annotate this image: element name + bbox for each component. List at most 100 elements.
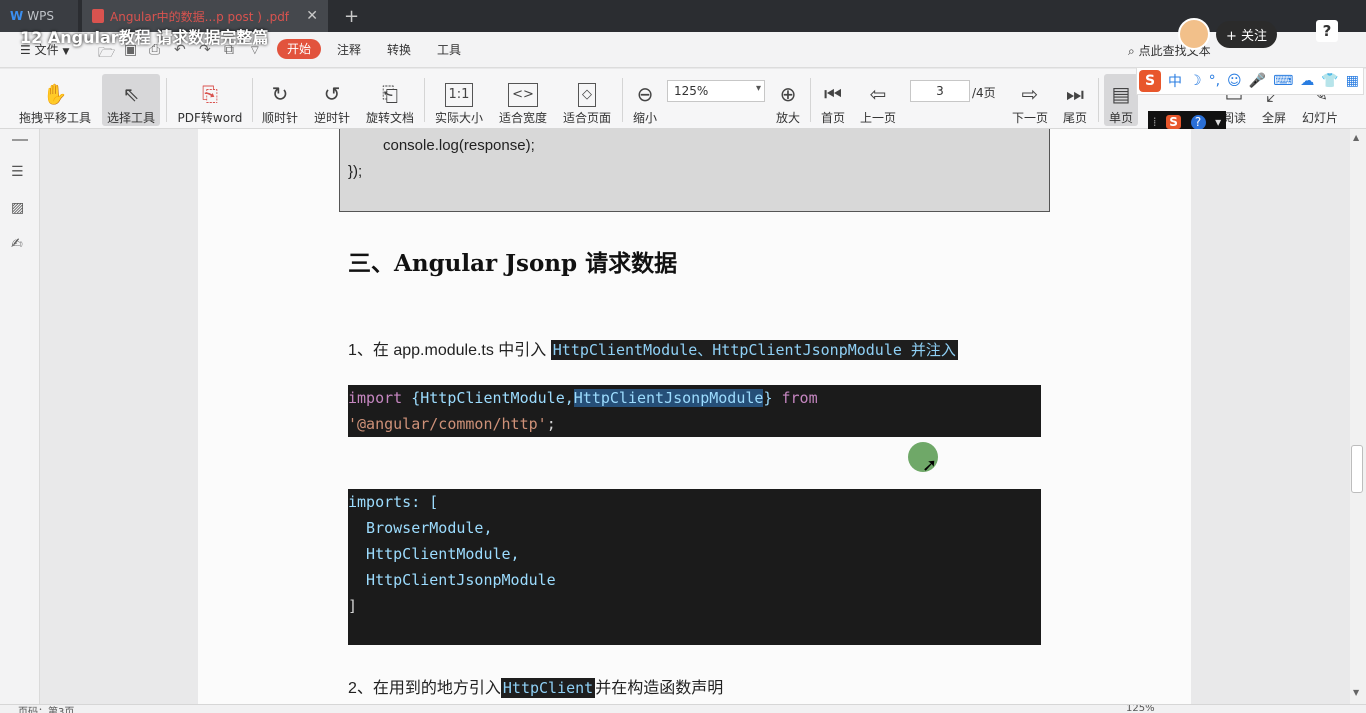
rotate-doc-label: 旋转文档 — [365, 111, 414, 125]
tab-tools[interactable]: 工具 — [437, 41, 461, 58]
drag-grip-icon[interactable]: ⁞ — [1153, 115, 1157, 129]
microphone-icon[interactable]: 🎤 — [1249, 73, 1266, 89]
step-2-text: 2、在用到的地方引入 — [348, 680, 501, 697]
actual-size-button[interactable]: 1:1 实际大小 — [430, 74, 488, 126]
mouse-cursor-icon: ➚ — [922, 455, 938, 476]
page-number-input[interactable]: 3 — [910, 80, 970, 102]
actual-size-icon: 1:1 — [444, 83, 474, 107]
outline-list-icon[interactable]: ☰ — [11, 164, 24, 180]
toolbar-divider — [810, 78, 811, 122]
punctuation-icon[interactable]: °, — [1209, 73, 1220, 89]
emoji-icon[interactable]: ☺ — [1227, 73, 1242, 89]
toolbar-divider — [1098, 78, 1099, 122]
next-page-button[interactable]: ⇨ 下一页 — [1008, 74, 1052, 126]
code-line: BrowserModule, — [348, 519, 493, 537]
arrow-right-icon: ⇨ — [1021, 82, 1039, 106]
prev-page-button[interactable]: ⇦ 上一页 — [856, 74, 900, 126]
ime-language-label[interactable]: 中 — [1168, 71, 1182, 91]
code-token: {HttpClientModule, — [402, 389, 574, 407]
vertical-scrollbar[interactable] — [1350, 129, 1366, 704]
skin-icon[interactable]: ☁ — [1300, 73, 1314, 89]
select-tool-label: 选择工具 — [106, 111, 155, 125]
code-line: }); — [348, 163, 363, 180]
sidebar-grip — [12, 139, 28, 141]
left-sidebar — [0, 129, 40, 713]
ime-toolbar[interactable]: S 中 ☽ °, ☺ 🎤 ⌨ ☁ 👕 ▦ — [1136, 67, 1364, 95]
tab-start[interactable]: 开始 — [277, 39, 321, 59]
search-icon: ⌕ — [1128, 44, 1135, 58]
pdf-to-word-button[interactable]: ⎘ PDF转word — [174, 74, 246, 126]
tab-convert[interactable]: 转换 — [387, 41, 411, 58]
code-token: ; — [546, 415, 556, 433]
follow-widget[interactable]: + 关注 — [1178, 18, 1278, 50]
toolbar-divider — [622, 78, 623, 122]
code-line: HttpClientModule, — [348, 545, 520, 563]
next-page-label: 下一页 — [1011, 111, 1048, 125]
zoom-out-label: 缩小 — [632, 111, 657, 125]
zoom-select[interactable]: 125% ▾ — [667, 80, 765, 102]
follow-label: 关注 — [1241, 28, 1268, 44]
zoom-out-icon: ⊖ — [636, 82, 654, 106]
previous-code-block: console.log(response); }); — [339, 129, 1050, 212]
rotate-counterclockwise-button[interactable]: ↺ 逆时针 — [310, 74, 354, 126]
tab-wps-label: WPS — [27, 9, 54, 23]
grid-icon[interactable]: ▦ — [1346, 73, 1359, 89]
help-circle-icon[interactable]: ? — [1190, 114, 1206, 130]
follow-button[interactable]: + 关注 — [1216, 20, 1278, 48]
zoom-in-button[interactable]: ⊕ 放大 — [772, 74, 804, 126]
rotate-clockwise-icon: ↻ — [271, 82, 289, 106]
status-bar: 页码：第3页 125% — [0, 704, 1366, 713]
counterclockwise-label: 逆时针 — [313, 111, 350, 125]
code-line: HttpClientJsonpModule — [348, 571, 556, 589]
avatar — [1178, 18, 1210, 50]
keyboard-icon[interactable]: ⌨ — [1273, 73, 1293, 89]
step-1-text: 1、在 app.module.ts 中引入 — [348, 342, 547, 359]
fit-page-icon: ◇ — [578, 83, 596, 107]
tab-close-icon[interactable]: ✕ — [306, 8, 318, 24]
scroll-up-icon[interactable]: ▲ — [1353, 133, 1359, 142]
thumbnail-image-icon[interactable]: ▨ — [11, 200, 24, 216]
fit-width-button[interactable]: <> 适合宽度 — [494, 74, 552, 126]
tab-annotate[interactable]: 注释 — [337, 41, 361, 58]
chevron-down-icon[interactable]: ▾ — [1215, 115, 1221, 129]
imports-code-block: imports: [ BrowserModule, HttpClientModu… — [348, 489, 1041, 645]
page-total-label: /4页 — [972, 86, 996, 100]
chevron-down-icon: ▾ — [755, 83, 761, 94]
last-page-label: 尾页 — [1062, 111, 1087, 125]
code-line: console.log(response); — [383, 137, 535, 154]
prev-page-label: 上一页 — [859, 111, 896, 125]
single-page-icon: ▤ — [1111, 82, 1131, 106]
plus-icon: + — [1226, 28, 1237, 44]
scroll-down-icon[interactable]: ▼ — [1353, 688, 1359, 697]
code-line: ] — [348, 597, 358, 615]
single-page-button[interactable]: ▤ 单页 — [1104, 74, 1138, 126]
fit-page-button[interactable]: ◇ 适合页面 — [558, 74, 616, 126]
single-page-label: 单页 — [1108, 111, 1133, 125]
step-2-suffix: 并在构造函数声明 — [595, 680, 724, 697]
step-1-highlight: HttpClientModule、HttpClientJsonpModule 并… — [550, 340, 958, 360]
arrow-left-icon: ⇦ — [869, 82, 887, 106]
hand-tool-button[interactable]: ✋ 拖拽平移工具 — [14, 74, 96, 126]
moon-icon[interactable]: ☽ — [1189, 73, 1202, 89]
new-tab-button[interactable]: + — [344, 6, 359, 27]
zoom-out-button[interactable]: ⊖ 缩小 — [628, 74, 662, 126]
zoom-in-label: 放大 — [775, 111, 800, 125]
rotate-document-button[interactable]: ⎗ 旋转文档 — [362, 74, 418, 126]
code-selection: HttpClientJsonpModule — [573, 389, 764, 407]
sogou-mini-logo-icon: S — [1166, 115, 1181, 129]
signature-icon[interactable]: ✍ — [11, 236, 23, 252]
select-tool-button[interactable]: ⇖ 选择工具 — [102, 74, 160, 126]
last-page-button[interactable]: ⏭ 尾页 — [1058, 74, 1092, 126]
rotate-counterclockwise-icon: ↺ — [323, 82, 341, 106]
zoom-in-icon: ⊕ — [779, 82, 797, 106]
first-page-button[interactable]: ⏮ 首页 — [816, 74, 850, 126]
hand-icon: ✋ — [42, 82, 68, 106]
scrollbar-thumb[interactable] — [1351, 445, 1363, 493]
pdf-to-word-label: PDF转word — [177, 111, 243, 125]
toolbar-divider — [252, 78, 253, 122]
help-icon[interactable]: ? — [1316, 20, 1338, 42]
rotate-clockwise-button[interactable]: ↻ 顺时针 — [258, 74, 302, 126]
clockwise-label: 顺时针 — [261, 111, 298, 125]
step-1-paragraph: 1、在 app.module.ts 中引入 HttpClientModule、H… — [348, 336, 958, 360]
shirt-icon[interactable]: 👕 — [1321, 73, 1338, 89]
